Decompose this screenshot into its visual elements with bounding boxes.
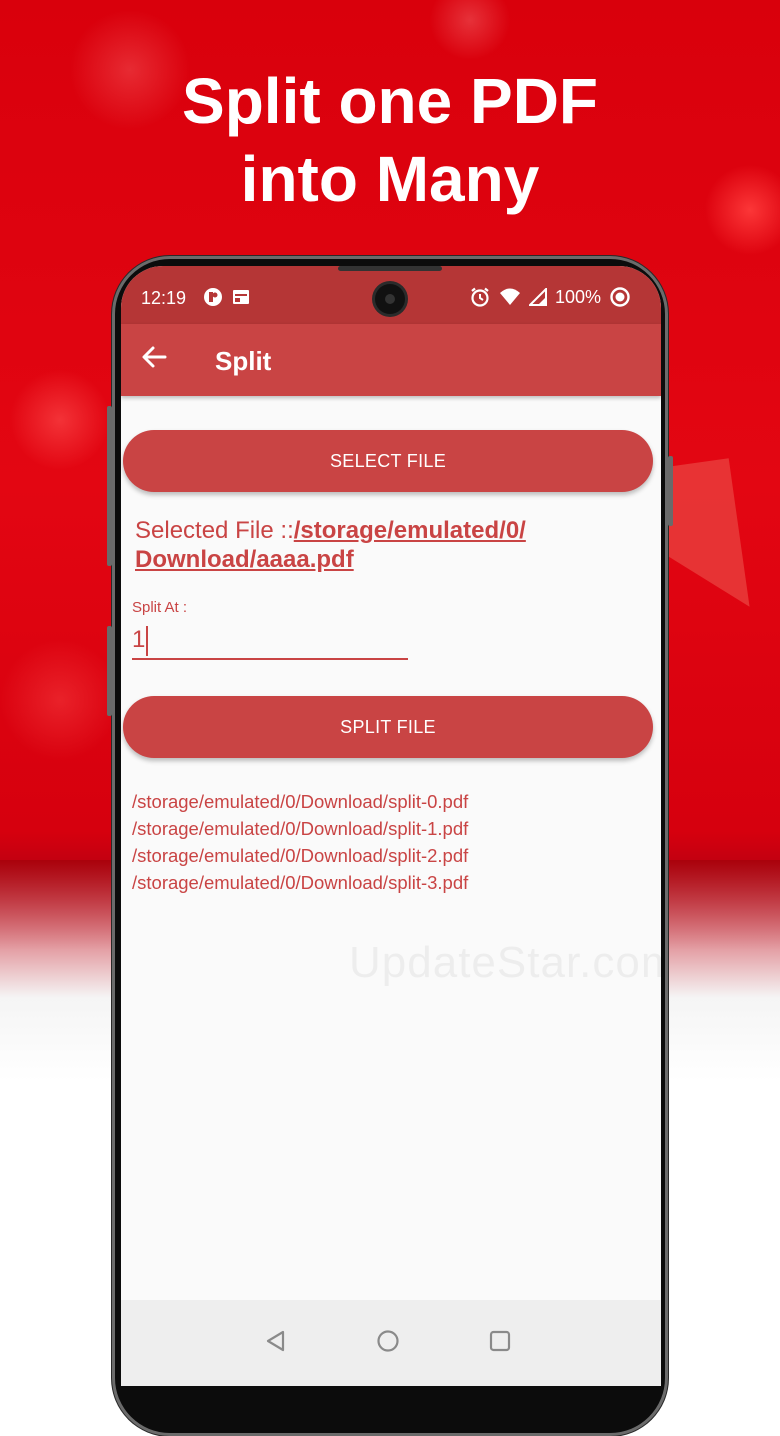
list-item: /storage/emulated/0/Download/split-0.pdf — [132, 791, 469, 812]
split-at-value: 1 — [132, 626, 146, 653]
phone-screen: 12:19 100% Split SELECT FILE Selected Fi… — [121, 266, 661, 1386]
status-bar: 12:19 100% — [121, 266, 661, 324]
front-camera — [375, 284, 405, 314]
wifi-icon — [499, 288, 520, 305]
text-caret — [146, 625, 149, 656]
headline-line-1: Split one PDF — [182, 65, 598, 137]
list-item: /storage/emulated/0/Download/split-3.pdf — [132, 872, 469, 893]
split-file-button[interactable]: SPLIT FILE — [123, 696, 653, 758]
selected-file-info: Selected File ::/storage/emulated/0/Down… — [135, 516, 635, 574]
app-notification-icon — [204, 288, 222, 306]
status-notification-icons — [203, 287, 251, 307]
list-item: /storage/emulated/0/Download/split-1.pdf — [132, 818, 469, 839]
phone-side-button — [668, 456, 673, 526]
split-at-input[interactable]: 1 — [132, 622, 408, 660]
phone-side-button — [107, 626, 112, 716]
cell-signal-icon — [528, 288, 547, 306]
system-nav-bar — [121, 1300, 661, 1386]
selected-file-path-line-2: Download/aaaa.pdf — [135, 546, 354, 573]
battery-saver-icon — [610, 287, 630, 307]
select-file-button[interactable]: SELECT FILE — [123, 430, 653, 492]
status-system-icons: 100% — [469, 286, 631, 308]
promo-headline: Split one PDF into Many — [0, 62, 780, 218]
status-time: 12:19 — [141, 288, 187, 308]
nav-home-icon[interactable] — [373, 1326, 403, 1356]
split-at-label: Split At : — [132, 599, 188, 616]
phone-side-button — [107, 406, 112, 566]
page-title: Split — [215, 346, 272, 376]
split-results-list: /storage/emulated/0/Download/split-0.pdf… — [132, 788, 468, 896]
nav-recents-icon[interactable] — [485, 1326, 515, 1356]
back-arrow-icon[interactable] — [139, 342, 169, 372]
phone-earpiece — [338, 266, 442, 271]
headline-line-2: into Many — [240, 143, 540, 215]
calendar-icon — [233, 290, 249, 304]
selected-file-label: Selected File :: — [135, 517, 294, 544]
alarm-icon — [471, 287, 489, 307]
watermark: UpdateStar.com — [349, 938, 661, 987]
battery-percent: 100% — [554, 286, 601, 307]
list-item: /storage/emulated/0/Download/split-2.pdf — [132, 845, 469, 866]
app-bar: Split — [121, 324, 661, 396]
selected-file-path-line-1: /storage/emulated/0/ — [293, 517, 526, 544]
nav-back-icon[interactable] — [261, 1326, 291, 1356]
